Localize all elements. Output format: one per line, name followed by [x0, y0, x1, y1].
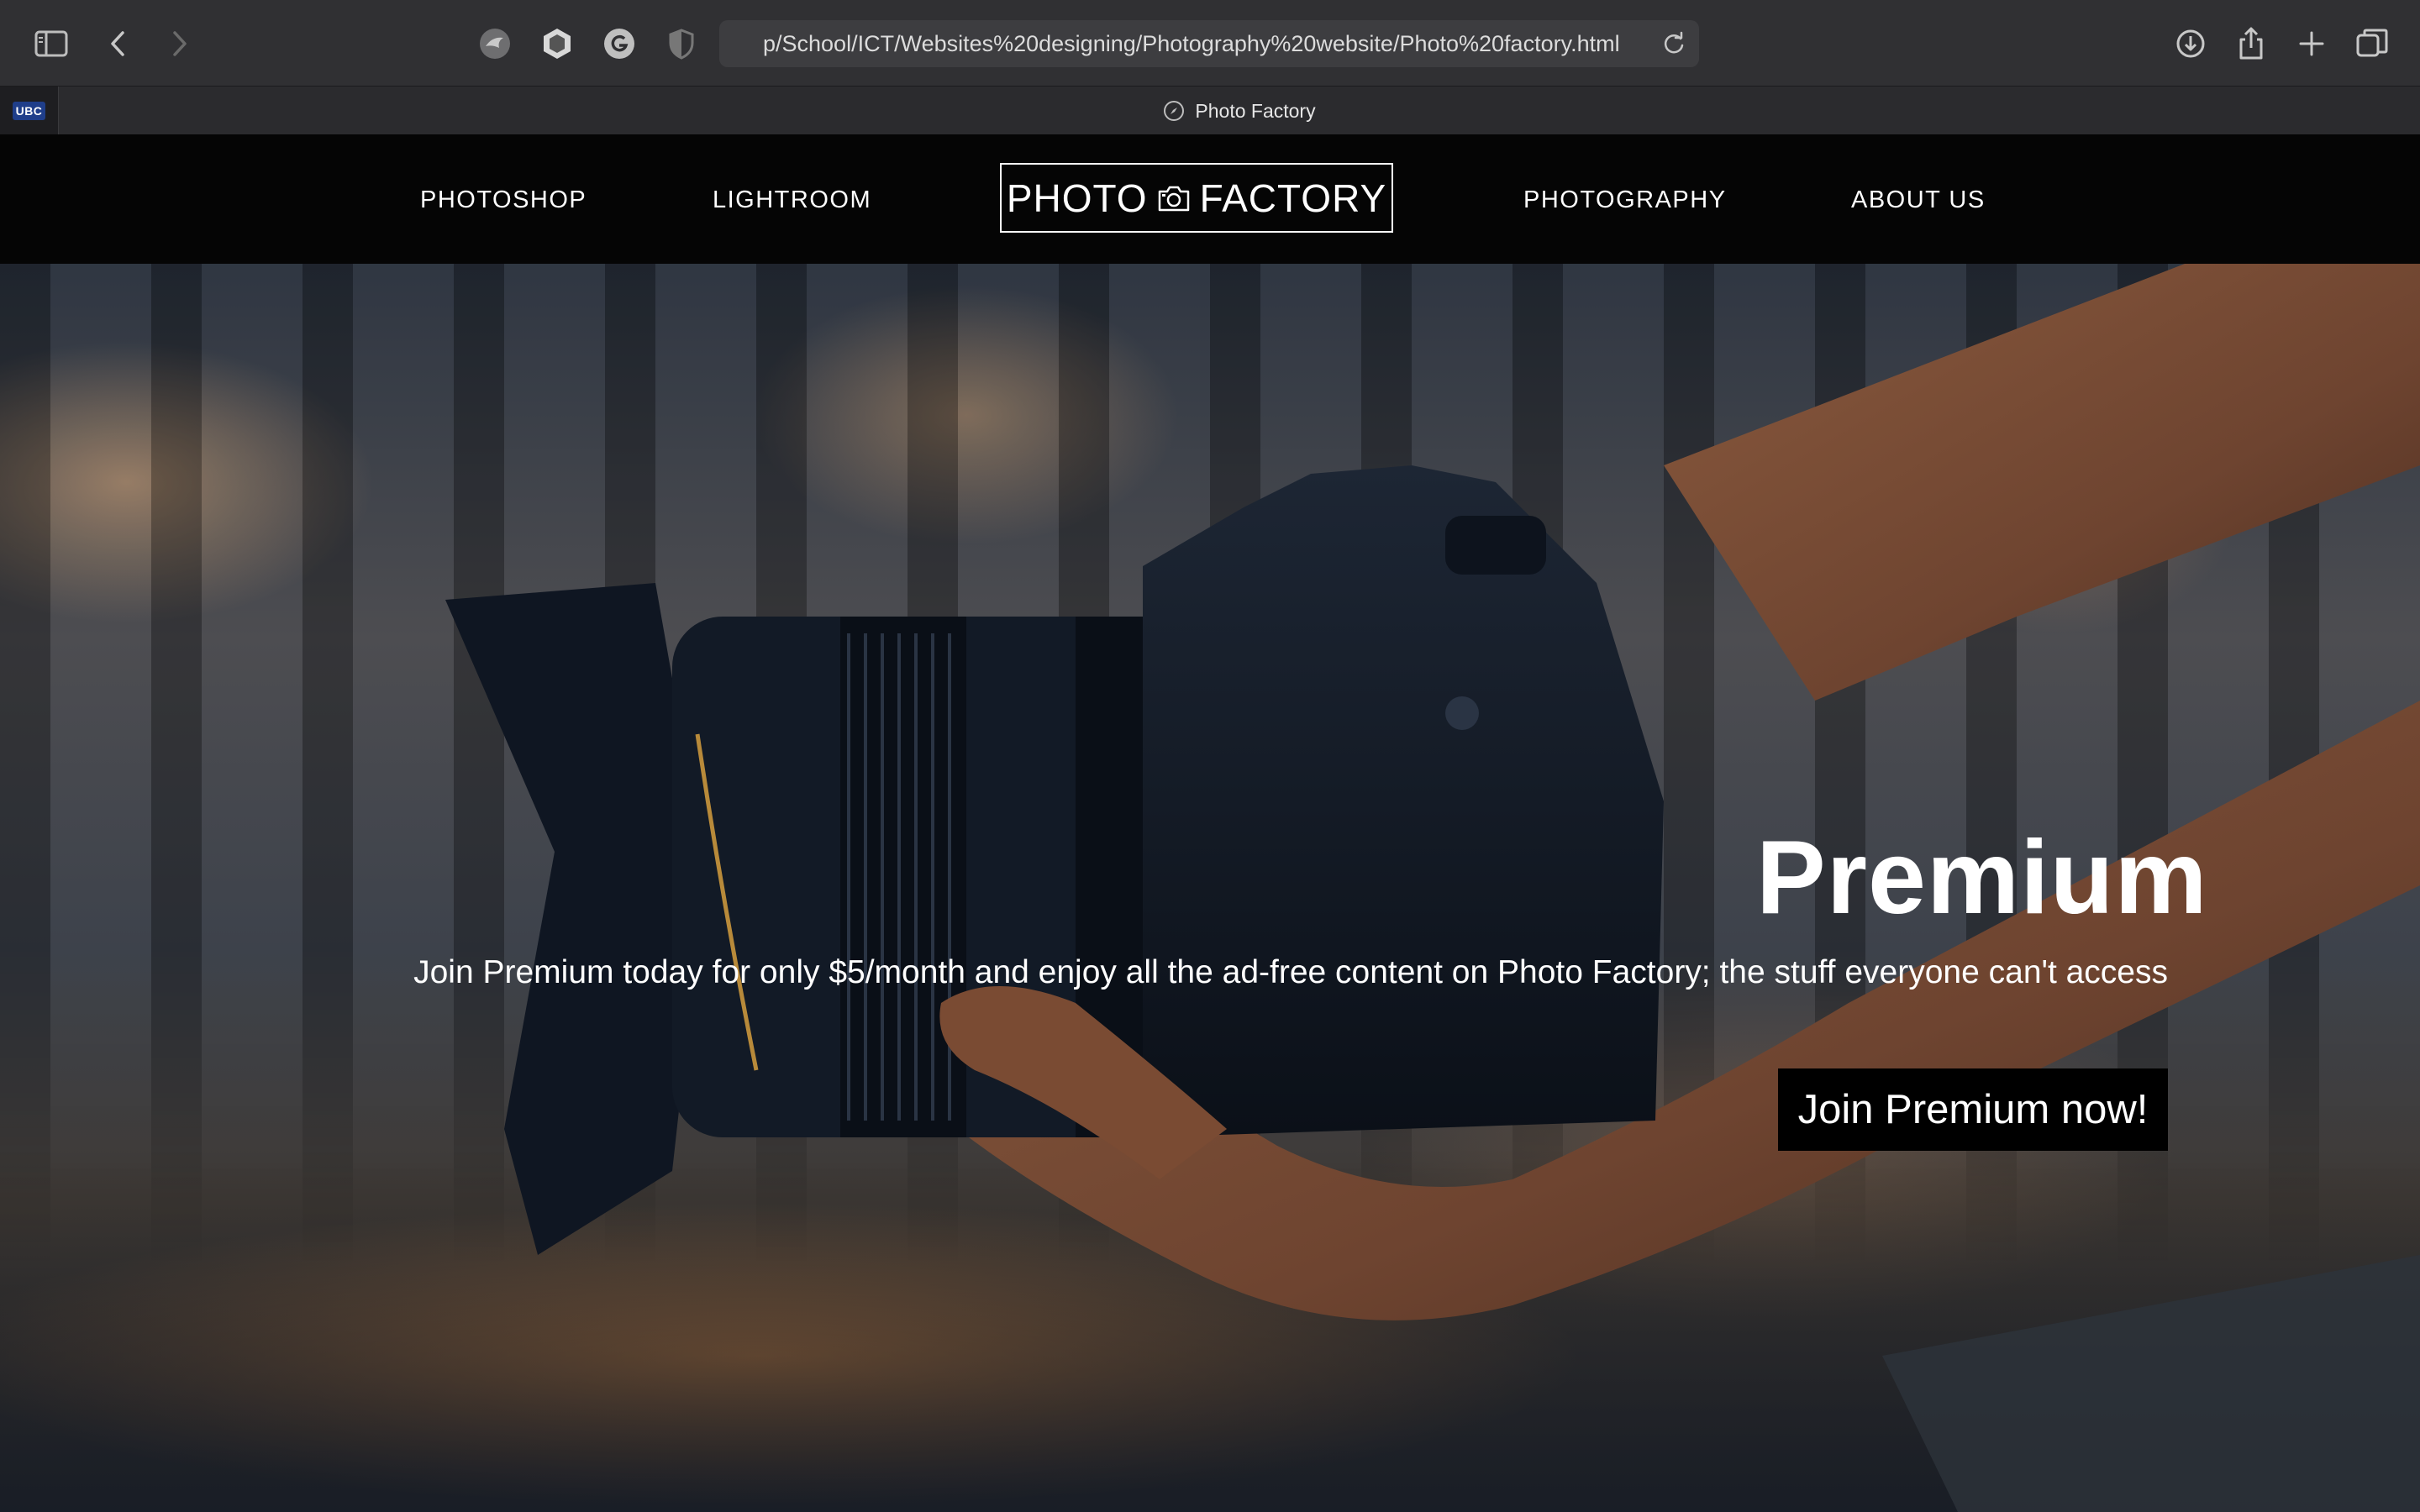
- browser-toolbar: p/School/ICT/Websites%20designing/Photog…: [0, 0, 2420, 86]
- privacy-shield-icon[interactable]: [664, 26, 699, 61]
- reload-icon[interactable]: [1660, 30, 1687, 57]
- nav-link-photography[interactable]: PHOTOGRAPHY: [1523, 186, 1727, 214]
- web-page: PHOTOSHOP LIGHTROOM PHOTO FACTORY PHOTOG…: [0, 134, 2420, 1512]
- tab-bar: UBC Photo Factory: [0, 86, 2420, 135]
- forward-icon[interactable]: [160, 24, 198, 63]
- active-tab[interactable]: Photo Factory: [59, 87, 2420, 135]
- tab-overview-icon[interactable]: [2353, 24, 2391, 63]
- compass-icon: [1164, 101, 1185, 121]
- nav-link-photoshop[interactable]: PHOTOSHOP: [420, 186, 587, 214]
- hero-title: Premium: [1756, 820, 2208, 936]
- nav-link-about-us[interactable]: ABOUT US: [1851, 186, 1986, 214]
- download-icon[interactable]: [2171, 24, 2210, 63]
- grammarly-icon[interactable]: [602, 26, 637, 61]
- camera-icon: [1158, 186, 1189, 211]
- back-icon[interactable]: [99, 24, 138, 63]
- extension-hex-icon[interactable]: [539, 26, 575, 61]
- new-tab-icon[interactable]: [2292, 24, 2331, 63]
- url-text[interactable]: p/School/ICT/Websites%20designing/Photog…: [763, 31, 1628, 57]
- pinned-tab[interactable]: UBC: [0, 87, 59, 135]
- extension-bird-icon[interactable]: [477, 26, 513, 61]
- site-logo[interactable]: PHOTO FACTORY: [1000, 163, 1393, 233]
- hero-banner: Premium Join Premium today for only $5/m…: [0, 264, 2420, 1512]
- site-navigation: PHOTOSHOP LIGHTROOM PHOTO FACTORY PHOTOG…: [0, 134, 2420, 264]
- share-icon[interactable]: [2232, 24, 2270, 63]
- tab-title: Photo Factory: [1195, 99, 1316, 122]
- nav-link-lightroom[interactable]: LIGHTROOM: [713, 186, 871, 214]
- logo-text-right: FACTORY: [1199, 176, 1387, 220]
- logo-text-left: PHOTO: [1006, 176, 1148, 220]
- pinned-tab-badge: UBC: [12, 102, 46, 120]
- join-premium-button[interactable]: Join Premium now!: [1778, 1068, 2168, 1151]
- address-bar[interactable]: p/School/ICT/Websites%20designing/Photog…: [719, 20, 1699, 67]
- sidebar-icon[interactable]: [32, 24, 71, 63]
- hero-subtitle: Join Premium today for only $5/month and…: [413, 954, 2168, 990]
